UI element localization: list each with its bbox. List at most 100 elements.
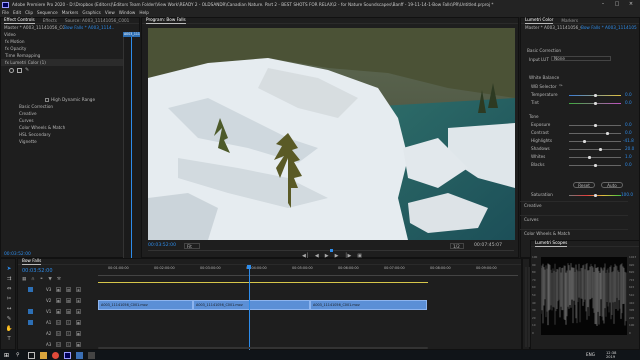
sub-color-wheels[interactable]: Color Wheels & Match (1, 124, 123, 131)
saturation-knob[interactable] (594, 194, 597, 197)
contrast-value[interactable]: 0.0 (625, 130, 632, 135)
tab-lumetri-color[interactable]: Lumetri Color (525, 17, 554, 24)
rectangle-mask-icon[interactable] (17, 67, 22, 73)
auto-button[interactable]: Auto (601, 182, 623, 188)
work-area-bar[interactable] (98, 282, 428, 283)
time-ruler[interactable]: 00:01:00:00 00:02:00:00 00:03:00:00 00:0… (98, 265, 518, 276)
timeline-clip[interactable]: A003_11141056_C001.mov (310, 300, 427, 310)
menu-help[interactable]: Help (139, 9, 149, 17)
fx-motion[interactable]: fx Motion (1, 38, 123, 45)
solo-icon[interactable]: S (66, 342, 71, 347)
lumetri-curves-section[interactable]: Curves (520, 215, 628, 222)
ec-playhead[interactable] (131, 37, 132, 259)
temperature-value[interactable]: 0.0 (625, 92, 632, 97)
pen-mask-icon[interactable]: ✎ (25, 67, 29, 73)
solo-icon[interactable]: S (66, 320, 71, 325)
sync-lock-icon[interactable]: ▦ (66, 298, 71, 303)
menu-graphics[interactable]: Graphics (82, 9, 101, 17)
selection-tool-icon[interactable]: ➤ (5, 265, 13, 273)
mute-icon[interactable]: M (56, 320, 61, 325)
sync-lock-icon[interactable]: ▦ (66, 309, 71, 314)
program-playhead[interactable] (330, 249, 333, 252)
add-marker-icon[interactable]: ▼ (48, 277, 51, 282)
windows-start-icon[interactable]: ⊞ (4, 352, 11, 359)
lumetri-master-label[interactable]: Master * A003_11141056_C0... (525, 25, 581, 30)
sub-vignette[interactable]: Vignette (1, 138, 123, 145)
menu-sequence[interactable]: Sequence (37, 9, 58, 17)
wrench-icon[interactable]: ⚒ (57, 277, 61, 282)
highlights-knob[interactable] (583, 140, 586, 143)
language-indicator[interactable]: ENG (586, 352, 595, 357)
mic-icon[interactable]: ● (76, 320, 81, 325)
app-taskbar-icon[interactable] (76, 351, 83, 359)
highlights-slider[interactable] (569, 141, 621, 142)
solo-icon[interactable]: S (66, 331, 71, 336)
task-view-icon[interactable] (28, 351, 35, 359)
ec-timecode[interactable]: 00:03:52:00 (4, 252, 31, 257)
master-clip-label[interactable]: Master * A003_11141056_C00... (4, 25, 64, 30)
type-tool-icon[interactable]: T (5, 335, 13, 343)
tab-lumetri-scopes[interactable]: Lumetri Scopes (535, 240, 568, 247)
temperature-knob[interactable] (594, 94, 597, 97)
tab-effects[interactable]: Effects (43, 18, 57, 24)
shadows-slider[interactable] (569, 149, 621, 150)
track-select-tool-icon[interactable]: ⇉ (5, 275, 13, 283)
blacks-value[interactable]: 0.0 (625, 162, 632, 167)
timeline-clip[interactable]: A003_11141056_C001.mov (193, 300, 310, 310)
eye-icon[interactable]: ◉ (76, 309, 81, 314)
track-target-v3[interactable] (28, 287, 33, 292)
premiere-taskbar-icon[interactable] (64, 351, 71, 359)
whites-knob[interactable] (588, 156, 591, 159)
app-taskbar-icon-2[interactable] (88, 351, 95, 359)
lumetri-seq-label[interactable]: Bow Falls * A003_1114105... (581, 25, 637, 30)
mute-icon[interactable]: M (56, 331, 61, 336)
maximize-icon[interactable]: □ (610, 0, 624, 9)
menu-view[interactable]: View (105, 9, 115, 17)
saturation-value[interactable]: 100.0 (621, 192, 633, 197)
mute-icon[interactable]: M (56, 342, 61, 347)
clock-date[interactable]: 2019 (606, 355, 615, 359)
lock-icon[interactable]: ● (56, 298, 61, 303)
exposure-value[interactable]: 0.0 (625, 122, 632, 127)
lumetri-color-wheels-section[interactable]: Color Wheels & Match (520, 229, 628, 236)
linked-selection-icon[interactable]: ⚭ (40, 277, 44, 282)
track-target-v1[interactable] (28, 309, 33, 314)
menu-clip[interactable]: Clip (25, 9, 33, 17)
timeline-playhead[interactable] (249, 265, 250, 351)
tone-header[interactable]: Tone (529, 114, 539, 119)
timeline-scrollbar[interactable] (98, 347, 428, 349)
clock-time[interactable]: 12:38 (606, 351, 616, 355)
sub-curves[interactable]: Curves (1, 117, 123, 124)
input-lut-dropdown[interactable]: None (551, 56, 611, 61)
hdr-checkbox[interactable] (45, 97, 49, 102)
sequence-clip-label[interactable]: Bow Falls * A003_1114... (64, 25, 114, 30)
search-icon[interactable]: ⚲ (16, 352, 23, 359)
snap-icon[interactable]: ∩ (31, 277, 34, 282)
file-explorer-icon[interactable] (40, 351, 47, 359)
whites-value[interactable]: 1.0 (625, 154, 632, 159)
slip-tool-icon[interactable]: ↔ (5, 305, 13, 313)
fit-dropdown[interactable]: Fit (184, 243, 200, 249)
close-icon[interactable]: × (624, 0, 638, 9)
minimize-icon[interactable]: – (596, 0, 610, 9)
tint-value[interactable]: 0.0 (625, 100, 632, 105)
sub-hsl-secondary[interactable]: HSL Secondary (1, 131, 123, 138)
highlights-value[interactable]: -41.8 (623, 138, 634, 143)
exposure-knob[interactable] (594, 124, 597, 127)
mic-icon[interactable]: ● (76, 342, 81, 347)
sub-creative[interactable]: Creative (1, 110, 123, 117)
shadows-value[interactable]: 20.0 (625, 146, 634, 151)
hand-tool-icon[interactable]: ✋ (5, 325, 13, 333)
reset-button[interactable]: Reset (573, 182, 595, 188)
contrast-slider[interactable] (569, 133, 621, 134)
tab-effect-controls[interactable]: Effect Controls (4, 17, 35, 24)
menu-edit[interactable]: Edit (13, 9, 21, 17)
video-frame[interactable] (148, 28, 515, 240)
eye-icon[interactable]: ◉ (76, 287, 81, 292)
fx-lumetri-color[interactable]: fx Lumetri Color (1) (1, 59, 123, 66)
chrome-icon[interactable] (52, 351, 59, 359)
lock-icon[interactable]: ● (56, 287, 61, 292)
tint-knob[interactable] (594, 102, 597, 105)
eye-icon[interactable]: ◉ (76, 298, 81, 303)
tab-source[interactable]: Source: A003_11141056_C001 (65, 18, 129, 24)
